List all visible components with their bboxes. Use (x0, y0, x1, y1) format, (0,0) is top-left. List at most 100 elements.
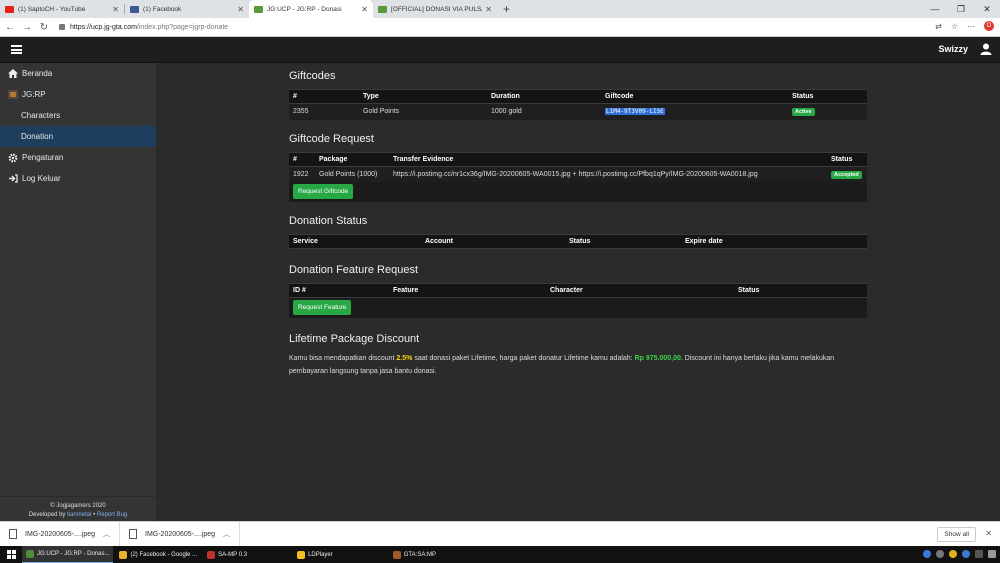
tray-app-icon[interactable] (949, 550, 957, 558)
feature-request-title: Donation Feature Request (289, 264, 419, 276)
column-header: Type (359, 89, 487, 104)
main-content: Giftcodes # Type Duration Giftcode Statu… (289, 63, 867, 378)
taskbar-item-label: SA-MP 0.3 (218, 551, 248, 558)
sidebar-item-label: JG:RP (22, 90, 46, 99)
network-icon[interactable] (988, 550, 996, 558)
username[interactable]: Swizzy (938, 44, 968, 54)
request-giftcode-button[interactable]: Request Giftcode (293, 184, 354, 199)
giftcode-value[interactable]: L1M4-9T3V09-LISE (605, 108, 665, 116)
download-item[interactable]: IMG-20200605-....jpeg ︿ (0, 521, 120, 547)
jgrp-favicon-icon (254, 5, 263, 13)
taskbar-item-label: JG:UCP - JG:RP - Donas... (37, 551, 110, 557)
jgrp-logo-icon (7, 90, 18, 100)
taskbar-item-samp[interactable]: SA-MP 0.3 (203, 546, 251, 563)
column-header: Giftcode (601, 89, 788, 104)
file-icon (9, 529, 17, 539)
reload-icon[interactable]: ↻ (37, 22, 51, 33)
maximize-icon[interactable]: ❐ (948, 0, 974, 18)
column-header: Transfer Evidence (389, 151, 827, 167)
tray-app-icon[interactable] (962, 550, 970, 558)
giftcode-request-table: # Package Transfer Evidence Status 1922 … (289, 151, 867, 182)
extensions-icon[interactable]: ⋯ (967, 22, 975, 31)
download-filename: IMG-20200605-....jpeg (145, 530, 216, 538)
column-header: Status (788, 89, 867, 104)
browser-tab-bar: (1) SaptoCH - YouTube ✕ (1) Facebook ✕ J… (0, 0, 1000, 18)
download-item[interactable]: IMG-20200605-....jpeg ︿ (120, 521, 240, 547)
sidebar-item-label: Beranda (22, 69, 53, 78)
sidebar-item-log-keluar[interactable]: Log Keluar (0, 168, 156, 189)
lifetime-text-part: Kamu bisa mendapatkan discount (289, 355, 397, 362)
close-tab-icon[interactable]: ✕ (112, 5, 119, 14)
report-bug-link[interactable]: Report Bug (97, 512, 127, 518)
site-navbar: Swizzy (0, 37, 1000, 63)
request-feature-button[interactable]: Request Feature (293, 300, 352, 315)
giftcode-duration: 1000 gold (487, 103, 601, 120)
sidebar-item-characters[interactable]: Characters (0, 105, 156, 126)
chrome-icon (119, 550, 128, 559)
column-header: Package (315, 151, 389, 167)
chevron-up-icon[interactable] (975, 550, 983, 558)
back-icon[interactable]: ← (3, 22, 17, 33)
giftcode-type: Gold Points (359, 103, 487, 120)
giftcode-request-actions: Request Giftcode (289, 182, 867, 202)
footer-credits: Developed by tianmetal • Report Bug (0, 511, 156, 520)
browser-tab-youtube[interactable]: (1) SaptoCH - YouTube ✕ (0, 0, 124, 18)
tab-title: JG:UCP - JG:RP - Donasi (267, 5, 342, 13)
taskbar-item-gta-samp[interactable]: GTA:SA:MP (389, 546, 440, 563)
giftcode-id: 2355 (289, 103, 359, 120)
request-evidence: https://i.postimg.cc/nr1cx36g/IMG-202006… (389, 166, 827, 182)
new-tab-icon[interactable]: + (503, 2, 510, 16)
browser-tab-donasi[interactable]: JG:UCP - JG:RP - Donasi ✕ (249, 0, 373, 18)
taskbar-item-chrome-facebook[interactable]: (2) Facebook - Google ... (115, 546, 201, 563)
sidebar-item-label: Log Keluar (22, 174, 61, 183)
close-download-bar-icon[interactable]: ✕ (985, 529, 992, 538)
show-all-button[interactable]: Show all (937, 527, 976, 542)
taskbar-item-chrome-donasi[interactable]: JG:UCP - JG:RP - Donas... (22, 546, 114, 563)
chevron-up-icon[interactable]: ︿ (103, 529, 110, 539)
tray-app-icon[interactable] (936, 550, 944, 558)
browser-tab-donasi-pulsa[interactable]: [OFFICIAL] DONASI VIA PULSA ✕ (373, 0, 497, 18)
table-row: 1922 Gold Points (1000) https://i.postim… (289, 166, 867, 182)
sidebar-item-pengaturan[interactable]: Pengaturan (0, 147, 156, 168)
developer-link[interactable]: tianmetal (67, 512, 91, 518)
user-icon[interactable] (980, 43, 992, 55)
column-header: Duration (487, 89, 601, 104)
close-tab-icon[interactable]: ✕ (237, 5, 244, 14)
minimize-icon[interactable]: — (922, 0, 948, 18)
lock-icon (59, 24, 65, 30)
hamburger-menu-icon[interactable] (11, 45, 22, 54)
windows-start-icon[interactable] (0, 546, 22, 563)
file-icon (129, 529, 137, 539)
forward-icon[interactable]: → (20, 22, 34, 33)
jgrp-favicon-icon (378, 5, 387, 13)
giftcode-request-title: Giftcode Request (289, 132, 374, 145)
request-id: 1922 (289, 166, 315, 182)
sidebar-item-jgrp[interactable]: JG:RP (0, 84, 156, 105)
close-tab-icon[interactable]: ✕ (361, 5, 368, 14)
sidebar-item-label: Characters (21, 111, 61, 120)
table-row: 2355 Gold Points 1000 gold L1M4-9T3V09-L… (289, 103, 867, 120)
giftcode-cell: L1M4-9T3V09-LISE (601, 103, 788, 120)
status-badge: Active (792, 108, 815, 117)
tray-app-icon[interactable] (923, 550, 931, 558)
column-header: Expire date (681, 234, 867, 249)
close-tab-icon[interactable]: ✕ (485, 5, 492, 14)
column-header: Status (734, 283, 867, 298)
sidebar-item-donation[interactable]: Donation (0, 126, 156, 147)
bookmark-star-icon[interactable]: ☆ (951, 22, 958, 31)
column-header: ID # (289, 283, 389, 298)
opera-icon[interactable]: O (984, 21, 994, 31)
url-field[interactable]: https://ucp.jg-gta.com/index.php?page=jg… (59, 24, 228, 31)
request-status-cell: Accepted (827, 166, 867, 182)
translate-icon[interactable]: ⇄ (935, 22, 942, 31)
donation-status-title: Donation Status (289, 215, 368, 227)
chevron-up-icon[interactable]: ︿ (223, 529, 230, 539)
tab-title: (1) Facebook (143, 5, 182, 13)
browser-tab-facebook[interactable]: (1) Facebook ✕ (125, 0, 249, 18)
feature-request-actions: Request Feature (289, 298, 867, 318)
sidebar-item-beranda[interactable]: Beranda (0, 63, 156, 84)
youtube-icon (5, 5, 14, 13)
close-window-icon[interactable]: ✕ (974, 0, 1000, 18)
request-package: Gold Points (1000) (315, 166, 389, 182)
taskbar-item-ldplayer[interactable]: LDPlayer (293, 546, 337, 563)
